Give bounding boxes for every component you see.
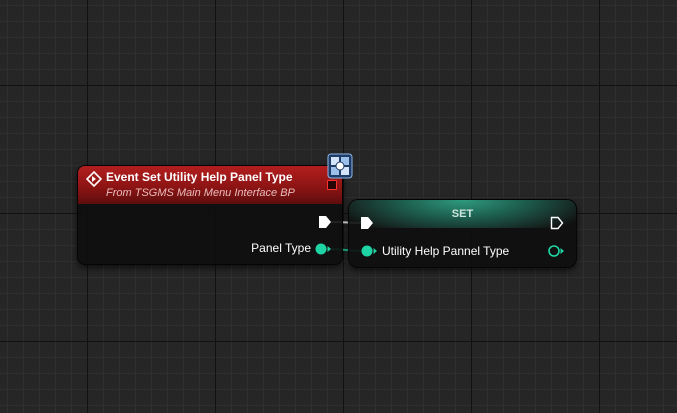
event-icon xyxy=(86,171,102,187)
set-variable-node[interactable]: SET Utility Help Pannel Type xyxy=(349,200,576,267)
data-in-pin-icon[interactable] xyxy=(360,244,378,258)
set-node-title: SET xyxy=(451,208,474,220)
set-node-header[interactable]: SET xyxy=(349,200,576,228)
event-node[interactable]: Event Set Utility Help Panel Type From T… xyxy=(78,166,342,264)
interface-message-icon xyxy=(327,153,353,179)
exec-out-pin-icon[interactable] xyxy=(318,215,332,229)
data-out-pin-icon[interactable] xyxy=(314,242,332,256)
event-node-title: Event Set Utility Help Panel Type xyxy=(106,170,293,184)
delegate-pin-icon[interactable] xyxy=(327,180,337,190)
data-out-pin-icon[interactable] xyxy=(547,244,565,258)
blueprint-graph-canvas[interactable]: Event Set Utility Help Panel Type From T… xyxy=(0,0,677,413)
event-node-header[interactable]: Event Set Utility Help Panel Type From T… xyxy=(78,166,342,204)
exec-in-pin-icon[interactable] xyxy=(360,216,374,230)
exec-out-pin-icon[interactable] xyxy=(550,216,564,230)
event-node-subtitle: From TSGMS Main Menu Interface BP xyxy=(106,187,295,199)
utility-help-pannel-type-pin-label: Utility Help Pannel Type xyxy=(382,244,510,258)
panel-type-pin-label: Panel Type xyxy=(251,241,311,255)
